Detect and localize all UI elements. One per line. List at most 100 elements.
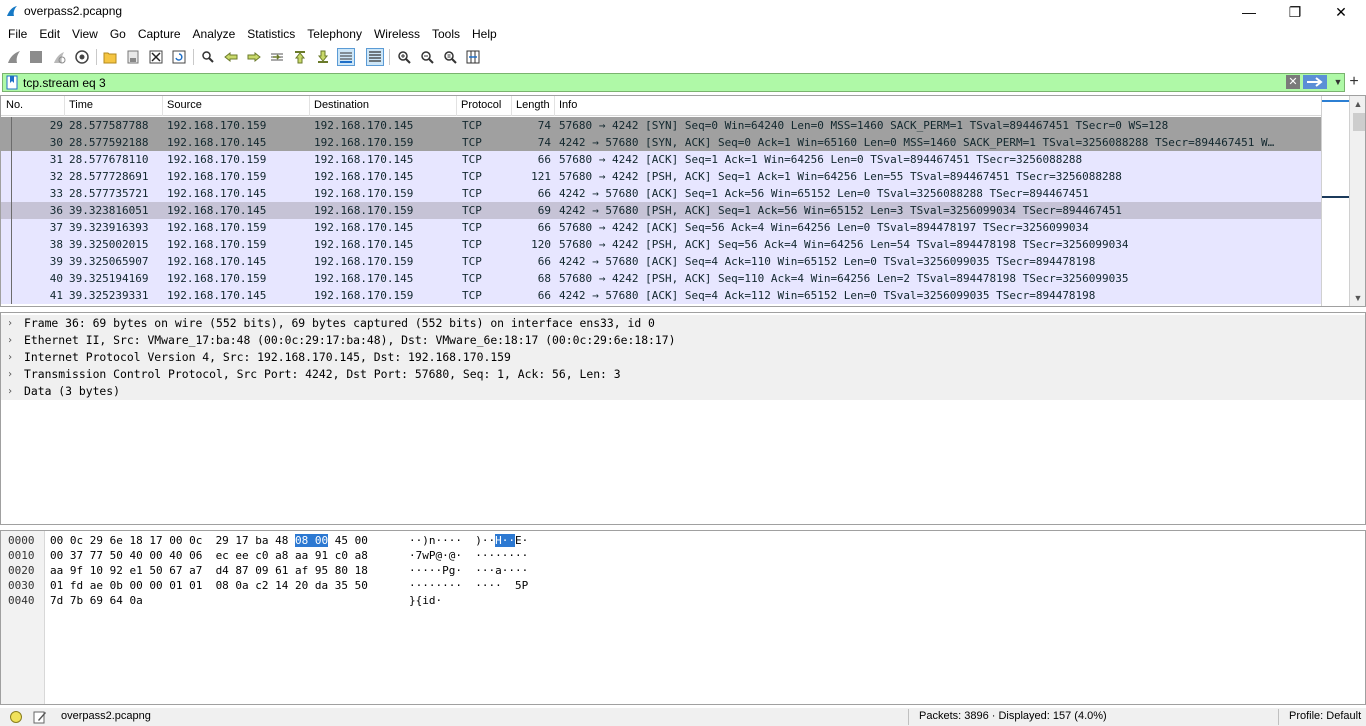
minimize-button[interactable]: — bbox=[1226, 0, 1272, 24]
column-no[interactable]: No. bbox=[6, 99, 23, 111]
cell-destination: 192.168.170.145 bbox=[314, 238, 414, 251]
column-source[interactable]: Source bbox=[167, 99, 202, 111]
cell-length: 74 bbox=[537, 136, 551, 149]
start-capture-icon[interactable] bbox=[5, 48, 23, 66]
cell-protocol: TCP bbox=[462, 272, 482, 285]
packet-row[interactable]: 31 28.577678110 192.168.170.159 192.168.170… bbox=[1, 151, 1321, 168]
status-filename: overpass2.pcapng bbox=[61, 710, 151, 722]
cell-protocol: TCP bbox=[462, 289, 482, 302]
packet-row[interactable]: 32 28.577728691 192.168.170.159 192.168.170… bbox=[1, 168, 1321, 185]
cell-source: 192.168.170.159 bbox=[167, 153, 267, 166]
autoscroll-icon[interactable] bbox=[337, 48, 355, 66]
expand-chevron-icon[interactable]: › bbox=[7, 315, 13, 332]
restart-capture-icon[interactable] bbox=[50, 48, 68, 66]
resize-columns-icon[interactable] bbox=[464, 48, 482, 66]
packet-minimap[interactable] bbox=[1322, 96, 1350, 306]
reload-file-icon[interactable] bbox=[170, 48, 188, 66]
column-protocol[interactable]: Protocol bbox=[461, 99, 501, 111]
menu-tools[interactable]: Tools bbox=[426, 24, 466, 44]
expand-chevron-icon[interactable]: › bbox=[7, 366, 13, 383]
scroll-down-icon[interactable]: ▼ bbox=[1350, 290, 1365, 306]
capture-options-icon[interactable] bbox=[73, 48, 91, 66]
cell-protocol: TCP bbox=[462, 119, 482, 132]
zoom-normal-icon[interactable] bbox=[441, 48, 459, 66]
cell-source: 192.168.170.145 bbox=[167, 204, 267, 217]
menu-view[interactable]: View bbox=[66, 24, 104, 44]
menu-help[interactable]: Help bbox=[466, 24, 503, 44]
menu-wireless[interactable]: Wireless bbox=[368, 24, 426, 44]
column-time[interactable]: Time bbox=[69, 99, 93, 111]
scroll-up-icon[interactable]: ▲ bbox=[1350, 96, 1365, 112]
colorize-icon[interactable] bbox=[366, 48, 384, 66]
menu-edit[interactable]: Edit bbox=[33, 24, 66, 44]
zoom-out-icon[interactable] bbox=[418, 48, 436, 66]
cell-destination: 192.168.170.159 bbox=[314, 136, 414, 149]
packet-row[interactable]: 41 39.325239331 192.168.170.145 192.168.170… bbox=[1, 287, 1321, 304]
cell-protocol: TCP bbox=[462, 204, 482, 217]
expert-info-icon[interactable] bbox=[10, 711, 22, 723]
packet-row[interactable]: 40 39.325194169 192.168.170.159 192.168.170… bbox=[1, 270, 1321, 287]
cell-info: 57680 → 4242 [SYN] Seq=0 Win=64240 Len=0… bbox=[559, 119, 1169, 132]
maximize-button[interactable]: ❐ bbox=[1272, 0, 1318, 24]
menu-analyze[interactable]: Analyze bbox=[187, 24, 242, 44]
expand-chevron-icon[interactable]: › bbox=[7, 332, 13, 349]
stop-capture-icon[interactable] bbox=[27, 48, 45, 66]
menu-statistics[interactable]: Statistics bbox=[241, 24, 301, 44]
column-length[interactable]: Length bbox=[516, 99, 550, 111]
cell-source: 192.168.170.159 bbox=[167, 119, 267, 132]
packet-row[interactable]: 39 39.325065907 192.168.170.145 192.168.170… bbox=[1, 253, 1321, 270]
column-destination[interactable]: Destination bbox=[314, 99, 369, 111]
filter-history-dropdown-icon[interactable]: ▼ bbox=[1331, 74, 1345, 91]
cell-info: 57680 → 4242 [PSH, ACK] Seq=1 Ack=1 Win=… bbox=[559, 170, 1122, 183]
cell-source: 192.168.170.145 bbox=[167, 136, 267, 149]
cell-time: 39.325065907 bbox=[69, 255, 149, 268]
last-packet-icon[interactable] bbox=[314, 48, 332, 66]
cell-no: 39 bbox=[49, 255, 63, 268]
close-button[interactable]: ✕ bbox=[1318, 0, 1364, 24]
detail-ipv4[interactable]: › Internet Protocol Version 4, Src: 192.1… bbox=[1, 349, 1365, 366]
expand-chevron-icon[interactable]: › bbox=[7, 383, 13, 400]
go-back-icon[interactable] bbox=[222, 48, 240, 66]
packet-row[interactable]: 37 39.323916393 192.168.170.159 192.168.170… bbox=[1, 219, 1321, 236]
add-filter-button-icon[interactable]: + bbox=[1347, 73, 1361, 92]
cell-protocol: TCP bbox=[462, 136, 482, 149]
packet-row[interactable]: 36 39.323816051 192.168.170.145 192.168.170… bbox=[1, 202, 1321, 219]
packet-row[interactable]: 33 28.577735721 192.168.170.145 192.168.170… bbox=[1, 185, 1321, 202]
cell-length: 69 bbox=[537, 204, 551, 217]
scroll-thumb[interactable] bbox=[1353, 113, 1365, 131]
detail-frame[interactable]: › Frame 36: 69 bytes on wire (552 bits), … bbox=[1, 315, 1365, 332]
packet-details: › Frame 36: 69 bytes on wire (552 bits), … bbox=[0, 312, 1366, 525]
apply-filter-icon[interactable] bbox=[1303, 75, 1327, 89]
packet-list-scrollbar[interactable]: ▲ ▼ bbox=[1321, 96, 1365, 306]
cell-time: 39.323916393 bbox=[69, 221, 149, 234]
cell-protocol: TCP bbox=[462, 238, 482, 251]
column-info[interactable]: Info bbox=[559, 99, 577, 111]
cell-source: 192.168.170.159 bbox=[167, 238, 267, 251]
conversation-bracket bbox=[11, 253, 17, 270]
go-to-packet-icon[interactable] bbox=[268, 48, 286, 66]
detail-tcp[interactable]: › Transmission Control Protocol, Src Port… bbox=[1, 366, 1365, 383]
menu-file[interactable]: File bbox=[2, 24, 33, 44]
packet-row[interactable]: 30 28.577592188 192.168.170.145 192.168.170… bbox=[1, 134, 1321, 151]
packet-row[interactable]: 38 39.325002015 192.168.170.159 192.168.170… bbox=[1, 236, 1321, 253]
filter-bookmark-icon[interactable] bbox=[5, 75, 19, 90]
go-forward-icon[interactable] bbox=[245, 48, 263, 66]
cell-time: 39.323816051 bbox=[69, 204, 149, 217]
detail-ethernet[interactable]: › Ethernet II, Src: VMware_17:ba:48 (00:0… bbox=[1, 332, 1365, 349]
close-file-icon[interactable] bbox=[147, 48, 165, 66]
find-packet-icon[interactable] bbox=[199, 48, 217, 66]
capture-comment-icon[interactable] bbox=[33, 710, 47, 724]
menu-capture[interactable]: Capture bbox=[132, 24, 187, 44]
zoom-in-icon[interactable] bbox=[395, 48, 413, 66]
packet-row[interactable]: 29 28.577587788 192.168.170.159 192.168.170… bbox=[1, 117, 1321, 134]
menu-go[interactable]: Go bbox=[104, 24, 132, 44]
status-profile[interactable]: Profile: Default bbox=[1289, 710, 1361, 722]
detail-data[interactable]: › Data (3 bytes) bbox=[1, 383, 1365, 400]
expand-chevron-icon[interactable]: › bbox=[7, 349, 13, 366]
clear-filter-icon[interactable]: ✕ bbox=[1286, 75, 1300, 89]
save-file-icon[interactable] bbox=[124, 48, 142, 66]
first-packet-icon[interactable] bbox=[291, 48, 309, 66]
display-filter-input[interactable] bbox=[23, 74, 1273, 91]
menu-telephony[interactable]: Telephony bbox=[301, 24, 368, 44]
open-file-icon[interactable] bbox=[101, 48, 119, 66]
